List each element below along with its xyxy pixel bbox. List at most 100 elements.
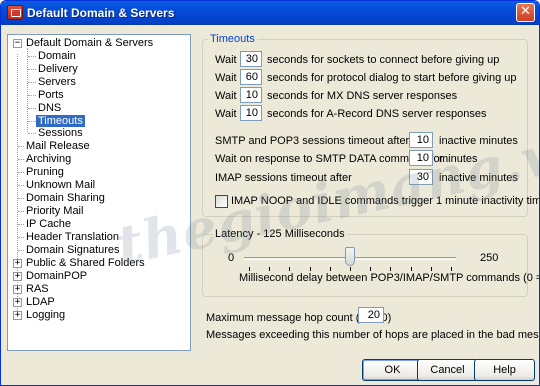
tree-item-pruning[interactable]: Pruning	[24, 166, 66, 179]
tree-item-label: Delivery	[38, 63, 78, 75]
latency-heading: Latency - 125 Milliseconds	[213, 228, 347, 240]
imap-timeout-field[interactable]: 30	[409, 169, 433, 185]
socket-connect-timeout-label: seconds for sockets to connect before gi…	[267, 54, 500, 66]
mx-dns-timeout-label: seconds for MX DNS server responses	[267, 90, 458, 102]
tree-item-label: Servers	[38, 76, 76, 88]
expand-icon[interactable]: +	[13, 272, 22, 281]
tree-item-servers[interactable]: Servers	[36, 76, 78, 89]
imap-noop-label: IMAP NOOP and IDLE commands trigger 1 mi…	[231, 195, 540, 207]
tree-item-label: Domain Sharing	[26, 192, 105, 204]
tree-item-label: DomainPOP	[26, 270, 88, 282]
tree-item-label: Timeouts	[36, 115, 85, 127]
tree-guide	[28, 133, 36, 134]
collapse-icon[interactable]: −	[13, 39, 22, 48]
smtp-data-wait-unit: minutes	[439, 153, 478, 165]
expand-icon[interactable]: +	[13, 311, 22, 320]
smtp-pop3-timeout-field[interactable]: 10	[409, 132, 433, 148]
tree-item-root[interactable]: Default Domain & Servers	[24, 37, 155, 50]
slider-tick	[289, 267, 291, 271]
wait-label: Wait	[215, 54, 237, 66]
tree-item-label: Priority Mail	[26, 205, 84, 217]
title-bar[interactable]: Default Domain & Servers ✕	[1, 1, 539, 25]
tree-item-domainpop[interactable]: DomainPOP	[24, 270, 89, 283]
tree-guide	[28, 108, 36, 109]
tree-item-label: Archiving	[26, 153, 72, 165]
tree-item-label: IP Cache	[26, 218, 72, 230]
slider-tick	[370, 267, 372, 271]
smtp-pop3-timeout-unit: inactive minutes	[439, 135, 518, 147]
close-button[interactable]: ✕	[516, 3, 535, 22]
tree-item-label: Sessions	[38, 127, 83, 139]
tree-item-header-translation[interactable]: Header Translation	[24, 231, 121, 244]
tree-item-mail-release[interactable]: Mail Release	[24, 140, 92, 153]
slider-tick	[309, 267, 311, 271]
wait-label: Wait	[215, 72, 237, 84]
tree-item-delivery[interactable]: Delivery	[36, 63, 80, 76]
imap-timeout-label: IMAP sessions timeout after	[215, 172, 352, 184]
tree-item-ip-cache[interactable]: IP Cache	[24, 218, 73, 231]
tree-item-archiving[interactable]: Archiving	[24, 153, 73, 166]
dialog-window: Default Domain & Servers ✕ − Default Dom…	[0, 0, 540, 386]
tree-item-domain[interactable]: Domain	[36, 50, 78, 63]
socket-connect-timeout-field[interactable]: 30	[240, 51, 262, 67]
tree-item-logging[interactable]: Logging	[24, 309, 67, 322]
app-icon	[7, 5, 23, 20]
tree-item-dns[interactable]: DNS	[36, 102, 63, 115]
imap-timeout-unit: inactive minutes	[439, 172, 518, 184]
imap-noop-checkbox[interactable]	[215, 195, 228, 208]
tree-item-priority-mail[interactable]: Priority Mail	[24, 205, 85, 218]
hop-count-field[interactable]: 20	[358, 307, 384, 323]
expand-icon[interactable]: +	[13, 259, 22, 268]
settings-tree[interactable]: − Default Domain & Servers Domain Delive…	[7, 34, 191, 351]
tree-guide	[28, 121, 36, 122]
protocol-dialog-timeout-field[interactable]: 60	[240, 69, 262, 85]
tree-item-sessions[interactable]: Sessions	[36, 127, 85, 140]
tree-item-label: Domain Signatures	[26, 244, 120, 256]
tree-item-label: Ports	[38, 89, 64, 101]
dialog-client: − Default Domain & Servers Domain Delive…	[1, 25, 539, 385]
slider-tick	[390, 267, 392, 271]
tree-guide	[28, 95, 36, 96]
slider-tick	[410, 267, 412, 271]
cancel-button[interactable]: Cancel	[417, 359, 478, 381]
wait-label: Wait	[215, 108, 237, 120]
smtp-pop3-timeout-label: SMTP and POP3 sessions timeout after	[215, 135, 410, 147]
latency-max-label: 250	[480, 252, 499, 264]
tree-item-label: Pruning	[26, 166, 64, 178]
tree-guide	[27, 48, 28, 132]
slider-tick	[430, 267, 432, 271]
tree-guide	[28, 56, 36, 57]
ok-button[interactable]: OK	[362, 359, 423, 381]
tree-item-label: LDAP	[26, 296, 55, 308]
tree-item-domain-sharing[interactable]: Domain Sharing	[24, 192, 107, 205]
tree-item-public-shared-folders[interactable]: Public & Shared Folders	[24, 257, 147, 270]
wait-label: Wait	[215, 90, 237, 102]
slider-tick	[249, 267, 250, 271]
tree-item-label: RAS	[26, 283, 49, 295]
tree-guide	[28, 82, 36, 83]
tree-item-label: Logging	[26, 309, 66, 321]
latency-slider-thumb[interactable]	[345, 247, 355, 266]
tree-item-label: Default Domain & Servers	[26, 37, 154, 49]
slider-tick	[350, 267, 351, 271]
slider-tick	[451, 267, 452, 271]
tree-item-label: Unknown Mail	[26, 179, 96, 191]
latency-caption: Millisecond delay between POP3/IMAP/SMTP…	[239, 272, 539, 284]
window-title: Default Domain & Servers	[27, 6, 175, 20]
expand-icon[interactable]: +	[13, 285, 22, 294]
a-record-dns-timeout-field[interactable]: 10	[240, 105, 262, 121]
tree-item-ports[interactable]: Ports	[36, 89, 66, 102]
expand-icon[interactable]: +	[13, 298, 22, 307]
tree-item-label: Mail Release	[26, 140, 90, 152]
tree-item-domain-signatures[interactable]: Domain Signatures	[24, 244, 122, 257]
tree-item-ras[interactable]: RAS	[24, 283, 51, 296]
tree-item-label: Domain	[38, 50, 76, 62]
help-button[interactable]: Help	[474, 359, 535, 381]
mx-dns-timeout-field[interactable]: 10	[240, 87, 262, 103]
timeouts-heading: Timeouts	[208, 33, 257, 45]
smtp-data-wait-field[interactable]: 10	[409, 150, 433, 166]
tree-item-ldap[interactable]: LDAP	[24, 296, 57, 309]
tree-item-label: Header Translation	[26, 231, 119, 243]
tree-item-unknown-mail[interactable]: Unknown Mail	[24, 179, 97, 192]
tree-guide	[28, 69, 36, 70]
